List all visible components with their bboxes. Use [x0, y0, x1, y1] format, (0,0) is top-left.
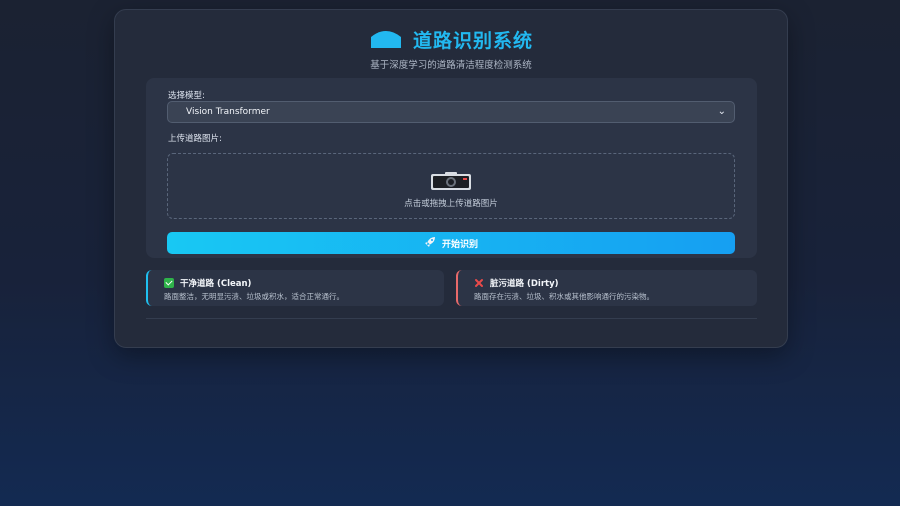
chevron-down-icon: ⌄: [717, 106, 726, 117]
clean-road-card: 干净道路 (Clean) 路面整洁，无明显污渍、垃圾或积水，适合正常通行。: [146, 270, 444, 306]
dirty-road-card: 脏污道路 (Dirty) 路面存在污渍、垃圾、积水或其他影响通行的污染物。: [456, 270, 757, 306]
title-row: 道路识别系统: [115, 25, 787, 53]
model-select[interactable]: Vision Transformer ⌄: [167, 101, 735, 123]
page-title: 道路识别系统: [412, 29, 533, 52]
header: 道路识别系统 基于深度学习的道路清洁程度检测系统: [115, 25, 787, 72]
divider: [146, 318, 757, 319]
clean-road-title: 干净道路 (Clean): [180, 279, 252, 289]
start-button-label: 开始识别: [441, 239, 478, 250]
rocket-icon: [424, 236, 436, 251]
form-panel: 选择模型: Vision Transformer ⌄ 上传道路图片: 点击或拖拽…: [146, 78, 757, 258]
dirty-road-title: 脏污道路 (Dirty): [490, 279, 559, 289]
road-icon: [369, 29, 403, 49]
upload-hint: 点击或拖拽上传道路图片: [404, 199, 498, 209]
model-label: 选择模型:: [168, 91, 205, 101]
start-recognition-button[interactable]: 开始识别: [167, 232, 735, 254]
clean-road-description: 路面整洁，无明显污渍、垃圾或积水，适合正常通行。: [164, 292, 344, 301]
dirty-road-description: 路面存在污渍、垃圾、积水或其他影响通行的污染物。: [474, 292, 654, 301]
main-card: 道路识别系统 基于深度学习的道路清洁程度检测系统 选择模型: Vision Tr…: [114, 9, 788, 348]
page-subtitle: 基于深度学习的道路清洁程度检测系统: [370, 60, 532, 71]
model-select-value: Vision Transformer: [186, 107, 270, 117]
cross-icon: [474, 278, 484, 288]
clean-road-title-row: 干净道路 (Clean): [164, 277, 251, 289]
check-icon: [164, 278, 174, 288]
camera-icon: [430, 171, 472, 191]
upload-dropzone[interactable]: 点击或拖拽上传道路图片: [167, 153, 735, 219]
dirty-road-title-row: 脏污道路 (Dirty): [474, 277, 559, 289]
upload-label: 上传道路图片:: [168, 134, 222, 144]
